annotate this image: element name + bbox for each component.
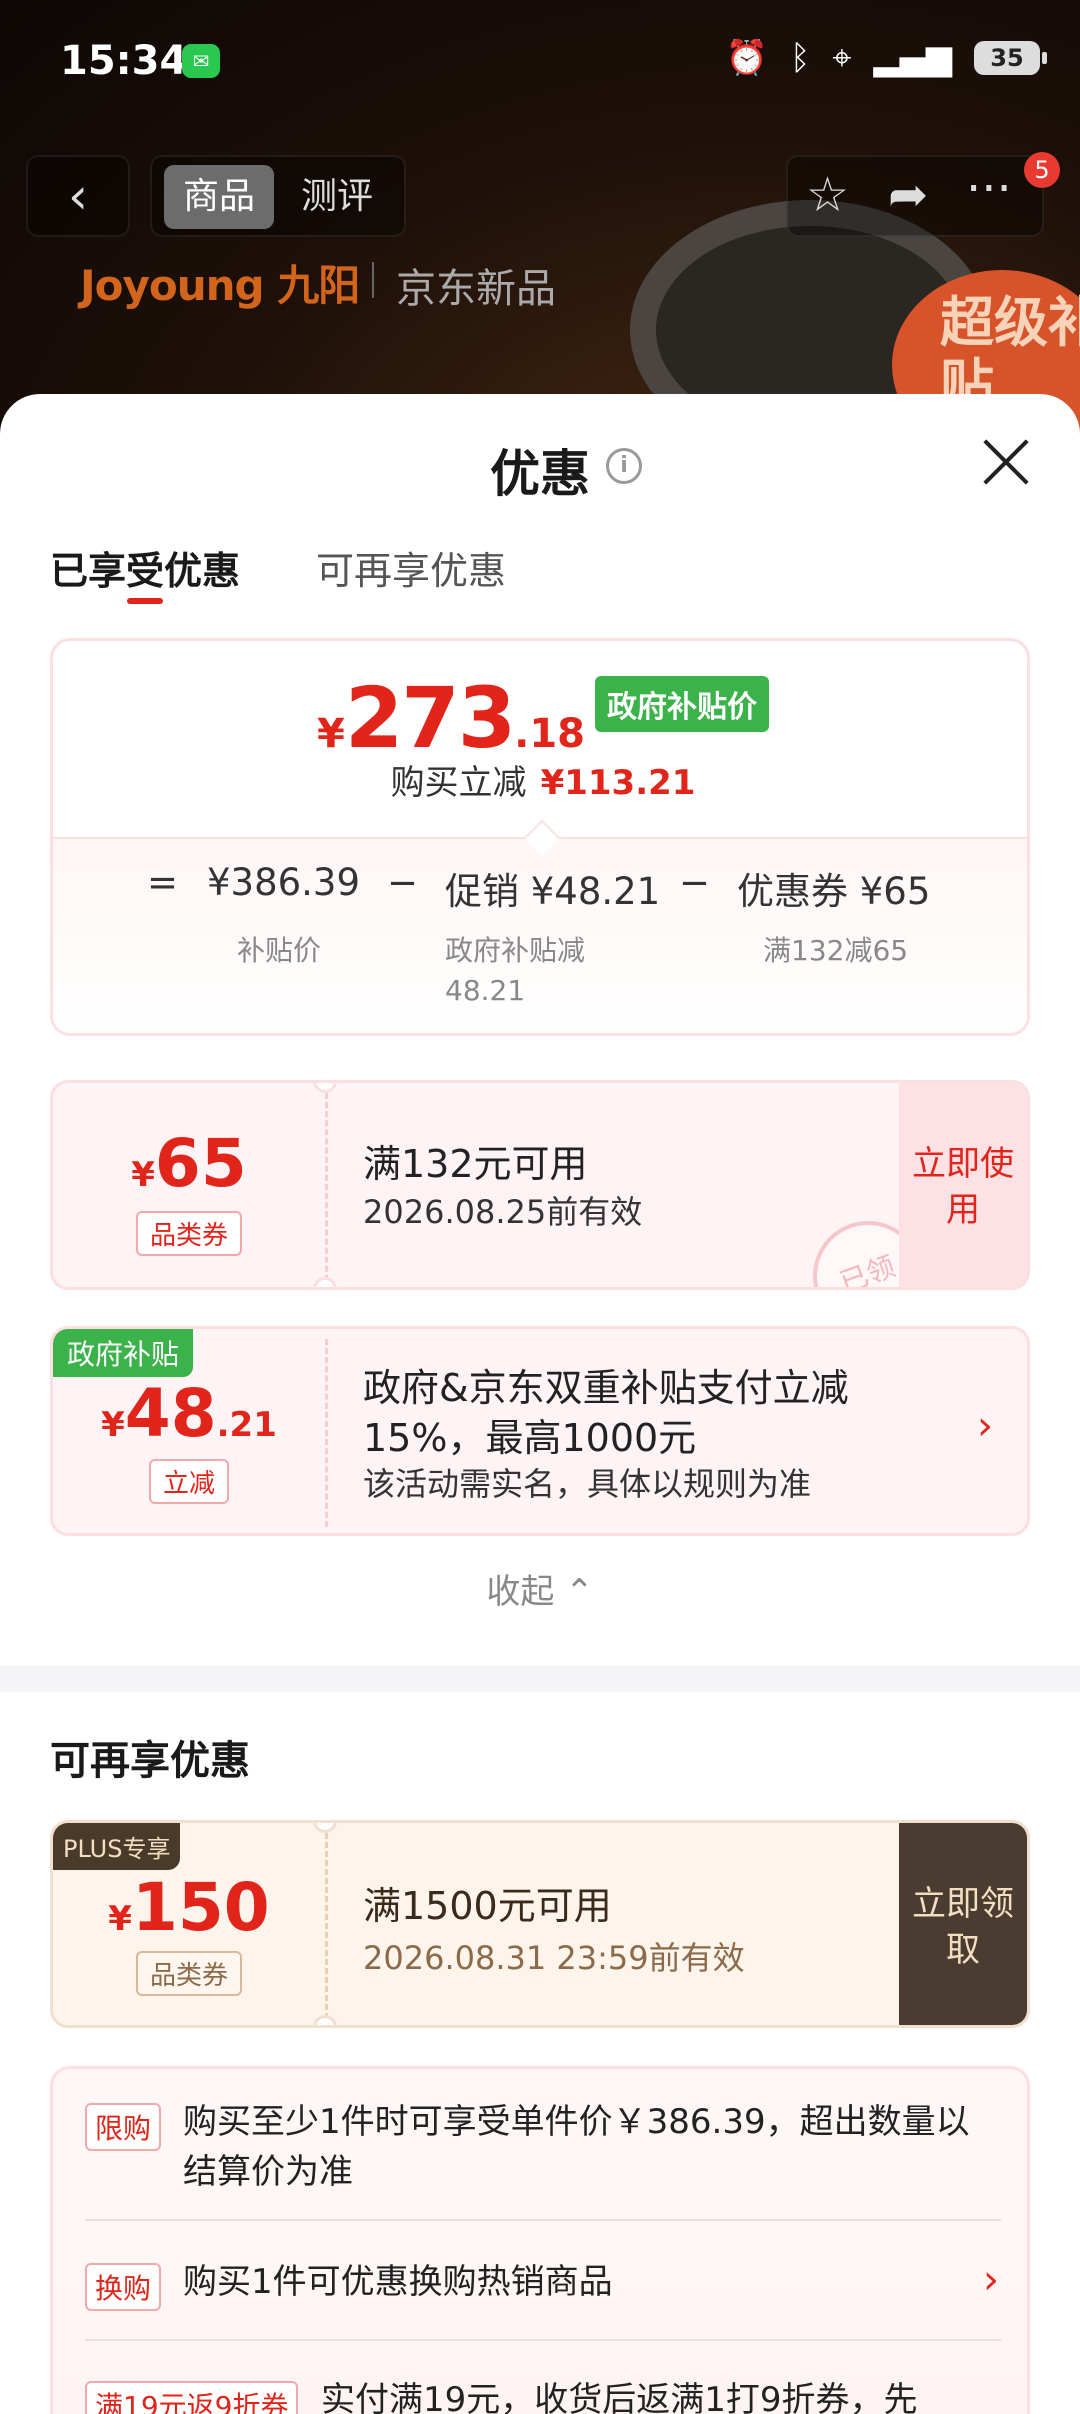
close-icon[interactable] [978, 434, 1034, 490]
notification-badge: 5 [1024, 152, 1060, 188]
final-price: ¥273.18政府补贴价 [53, 669, 1027, 767]
coupon-currency: ¥ [131, 1155, 155, 1195]
plus-exclusive-tag: PLUS专享 [53, 1823, 181, 1870]
rule-separator [85, 2219, 1001, 2221]
plus-coupon-validity: 2026.08.31 23:59前有效 [363, 1939, 745, 1977]
brand-separator [372, 262, 374, 298]
subsidy-amount: ¥48.21 [53, 1375, 325, 1452]
tab-enjoyed-discounts[interactable]: 已享受优惠 [50, 540, 240, 595]
gov-subsidy-coupon[interactable]: 政府补贴 ¥48.21 立减 政府&京东双重补贴支付立减 15%，最高1000元… [50, 1326, 1030, 1536]
use-now-button[interactable]: 立即使用 [899, 1083, 1027, 1287]
plus-notch-bottom [313, 2015, 337, 2025]
coupon-value: 优惠券 ¥65 [737, 870, 931, 913]
claim-now-button[interactable]: 立即领取 [899, 1823, 1027, 2025]
price-currency: ¥ [316, 711, 345, 757]
plus-currency: ¥ [108, 1899, 132, 1939]
plus-notch-top [313, 1823, 337, 1833]
promotion-rules-card: 限购 购买至少1件时可享受单件价￥386.39，超出数量以结算价为准 换购 购买… [50, 2066, 1030, 2414]
collapse-button[interactable]: 收起 ⌃ [0, 1564, 1080, 1613]
gov-subsidy-price-tag: 政府补贴价 [595, 676, 770, 732]
chevron-left-icon: ‹ [68, 167, 88, 225]
minus-sign-2: − [679, 861, 711, 904]
jd-new-label: 京东新品 [396, 266, 556, 312]
sheet-title: 优惠 [490, 445, 590, 503]
tab-product[interactable]: 商品 [164, 165, 274, 229]
subsidy-note: 该活动需实名，具体以规则为准 [363, 1465, 812, 1503]
info-icon[interactable]: i [606, 448, 642, 484]
alarm-icon: ⏰ [725, 38, 768, 78]
header-actions: ☆ ➦ ··· [786, 155, 1044, 237]
tab-review[interactable]: 测评 [282, 165, 392, 229]
collapse-label: 收起 [486, 1572, 555, 1612]
coupon-condition: 满132元可用 [363, 1142, 588, 1186]
coupon-type-tag: 品类券 [135, 1211, 243, 1256]
plus-coupon-amount: ¥150 [53, 1869, 325, 1946]
chevron-up-icon: ⌃ [565, 1572, 594, 1612]
product-tabs: 商品 测评 [150, 155, 406, 237]
plus-coupon-condition: 满1500元可用 [363, 1884, 612, 1928]
reduction-label: 购买立减 [390, 763, 527, 803]
brand-logo: Joyoung 九阳 [80, 261, 360, 310]
coupon-amount: ¥65 [53, 1125, 325, 1202]
category-coupon-65: ¥65 品类券 满132元可用 2026.08.25前有效 已领 立即使用 [50, 1080, 1030, 1290]
favorite-star-icon[interactable]: ☆ [806, 167, 849, 223]
rule-tag-cashback: 满19元返9折券 [85, 2381, 299, 2414]
price-summary-card: ¥273.18政府补贴价 购买立减 ¥113.21 = ¥386.39 − 促销 … [50, 638, 1030, 1036]
coupon-divider [325, 1093, 328, 1281]
reduction-value: ¥113.21 [540, 763, 696, 803]
wechat-icon: ✉ [182, 44, 220, 78]
bluetooth-icon: ᛒ [789, 38, 811, 78]
more-discounts-title: 可再享优惠 [50, 1738, 250, 1784]
active-tab-indicator [127, 598, 163, 604]
gov-subsidy-corner-tag: 政府补贴 [53, 1329, 194, 1377]
plus-coupon-divider [325, 1833, 328, 2019]
coupon-label: 满132减65 [763, 934, 909, 967]
coupon-validity: 2026.08.25前有效 [363, 1193, 643, 1231]
promo-value: 促销 ¥48.21 [445, 870, 661, 913]
rule-tag-limit: 限购 [85, 2103, 162, 2151]
share-icon[interactable]: ➦ [888, 167, 928, 223]
subsidy-title-line1: 政府&京东双重补贴支付立减 [363, 1366, 849, 1410]
subsidy-currency: ¥ [101, 1405, 125, 1445]
rule-text-limit: 购买至少1件时可享受单件价￥386.39，超出数量以结算价为准 [183, 2102, 970, 2192]
subsidy-title-line2: 15%，最高1000元 [363, 1416, 697, 1460]
back-button[interactable]: ‹ [26, 155, 130, 237]
chevron-right-icon: › [983, 2257, 999, 2303]
price-integer: 273 [344, 669, 516, 767]
price-breakdown: = ¥386.39 − 促销 ¥48.21 − 优惠券 ¥65 补贴价 政府补贴… [53, 837, 1027, 1033]
status-time: 15:34 [60, 38, 188, 84]
subsidy-amount-int: 48 [124, 1375, 217, 1452]
chevron-right-icon: › [977, 1403, 993, 1449]
location-icon: ⌖ [832, 38, 852, 78]
battery-icon: 35 [974, 41, 1047, 75]
base-price-value: ¥386.39 [207, 861, 361, 904]
coupon-amount-value: 65 [154, 1125, 247, 1202]
total-reduction: 购买立减 ¥113.21 [53, 755, 1027, 804]
status-bar: 15:34 ✉ ⏰ ᛒ ⌖ ▂▄▆ 35 [0, 0, 1080, 125]
signal-5g-icon: ▂▄▆ [873, 38, 952, 78]
more-icon[interactable]: ··· [966, 161, 1012, 217]
subsidy-amount-dec: .21 [216, 1405, 277, 1445]
subsidy-divider [325, 1339, 328, 1527]
discount-sheet: 优惠 i 已享受优惠 可再享优惠 ¥273.18政府补贴价 购买立减 ¥113.2… [0, 394, 1080, 2414]
plus-coupon-type-tag: 品类券 [135, 1951, 243, 1996]
rule-text-exchange: 购买1件可优惠换购热销商品 [183, 2262, 613, 2302]
coupon-notch-top [313, 1083, 337, 1093]
status-icons: ⏰ ᛒ ⌖ ▂▄▆ 35 [725, 38, 1047, 78]
coupon-notch-bottom [313, 1277, 337, 1287]
subsidy-type-tag: 立减 [148, 1459, 230, 1504]
rule-text-cashback: 实付满19元，收货后返满1打9折券，先 [321, 2380, 918, 2414]
plus-coupon-150: PLUS专享 ¥150 品类券 满1500元可用 2026.08.31 23:5… [50, 1820, 1030, 2028]
base-price-label: 补贴价 [237, 934, 322, 967]
section-divider [0, 1666, 1080, 1692]
price-decimal: .18 [514, 711, 586, 757]
rule-separator [85, 2339, 1001, 2341]
plus-amount-value: 150 [131, 1869, 270, 1946]
rule-tag-exchange: 换购 [85, 2263, 162, 2311]
tab-more-discounts[interactable]: 可再享优惠 [316, 540, 506, 595]
equals-sign: = [147, 861, 179, 904]
promo-label: 政府补贴减48.21 [445, 934, 586, 1007]
minus-sign-1: − [387, 861, 419, 904]
